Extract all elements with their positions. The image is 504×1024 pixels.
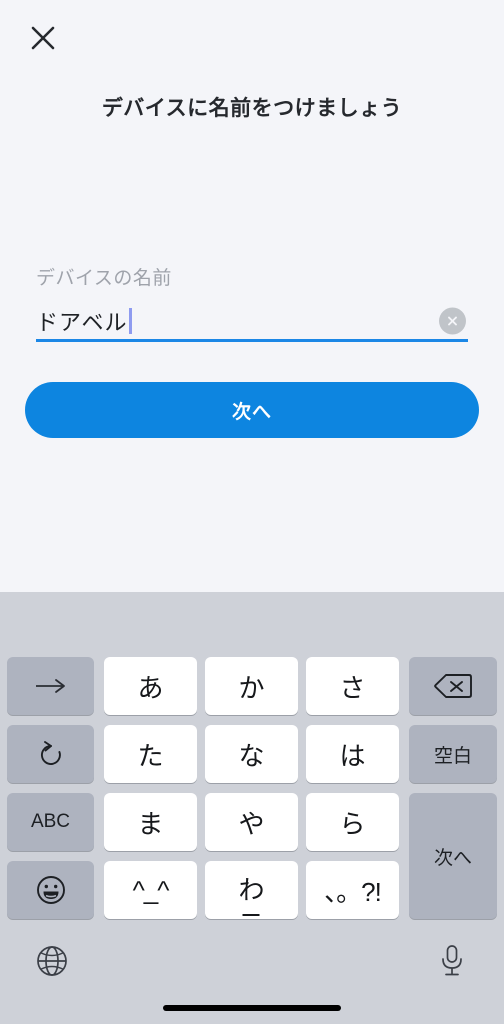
text-caret	[128, 307, 132, 334]
home-indicator[interactable]	[163, 1005, 341, 1011]
key-wa-glyph: わ	[238, 875, 265, 916]
backspace-key[interactable]	[409, 657, 497, 715]
undo-icon	[37, 740, 65, 768]
key-na[interactable]: な	[205, 725, 298, 783]
software-keyboard: あ か さ た な は 空白 ABC ま や ら 次へ ^_^ わ 、。?!	[0, 592, 504, 1024]
microphone-icon	[437, 944, 467, 981]
key-ka[interactable]: か	[205, 657, 298, 715]
key-ya[interactable]: や	[205, 793, 298, 851]
keyboard-key-grid: あ か さ た な は 空白 ABC ま や ら 次へ ^_^ わ 、。?!	[0, 657, 504, 922]
device-name-input[interactable]: ドアベル	[36, 305, 128, 337]
device-name-label: デバイスの名前	[36, 268, 172, 289]
backspace-icon	[434, 673, 472, 699]
punctuation-key[interactable]: 、。?!	[306, 861, 399, 919]
smiley-icon	[36, 875, 66, 905]
key-a[interactable]: あ	[104, 657, 197, 715]
close-icon	[30, 25, 56, 51]
device-name-input-row[interactable]: ドアベル	[36, 302, 468, 342]
abc-key[interactable]: ABC	[7, 793, 94, 851]
microphone-button[interactable]	[430, 940, 474, 984]
key-wa[interactable]: わ	[205, 861, 298, 919]
globe-icon	[35, 944, 69, 981]
emoji-key[interactable]	[7, 861, 94, 919]
space-key[interactable]: 空白	[409, 725, 497, 783]
next-button[interactable]: 次へ	[25, 382, 479, 438]
clear-icon	[445, 313, 460, 328]
key-wa-label: わ	[238, 875, 265, 905]
key-ta[interactable]: た	[104, 725, 197, 783]
globe-button[interactable]	[30, 940, 74, 984]
key-ra[interactable]: ら	[306, 793, 399, 851]
close-button[interactable]	[25, 20, 61, 56]
clear-input-button[interactable]	[439, 307, 466, 334]
arrow-right-icon	[34, 678, 68, 694]
device-name-field-group: デバイスの名前 ドアベル	[36, 266, 468, 342]
key-sa[interactable]: さ	[306, 657, 399, 715]
kaomoji-key[interactable]: ^_^	[104, 861, 197, 919]
key-wa-underscore	[242, 913, 260, 916]
cursor-right-key[interactable]	[7, 657, 94, 715]
keyboard-bottom-bar	[0, 922, 504, 1024]
app-content-area: デバイスに名前をつけましょう デバイスの名前 ドアベル 次へ	[0, 0, 504, 592]
undo-key[interactable]	[7, 725, 94, 783]
key-ma[interactable]: ま	[104, 793, 197, 851]
return-key[interactable]: 次へ	[409, 793, 497, 919]
key-ha[interactable]: は	[306, 725, 399, 783]
page-title: デバイスに名前をつけましょう	[101, 97, 403, 120]
